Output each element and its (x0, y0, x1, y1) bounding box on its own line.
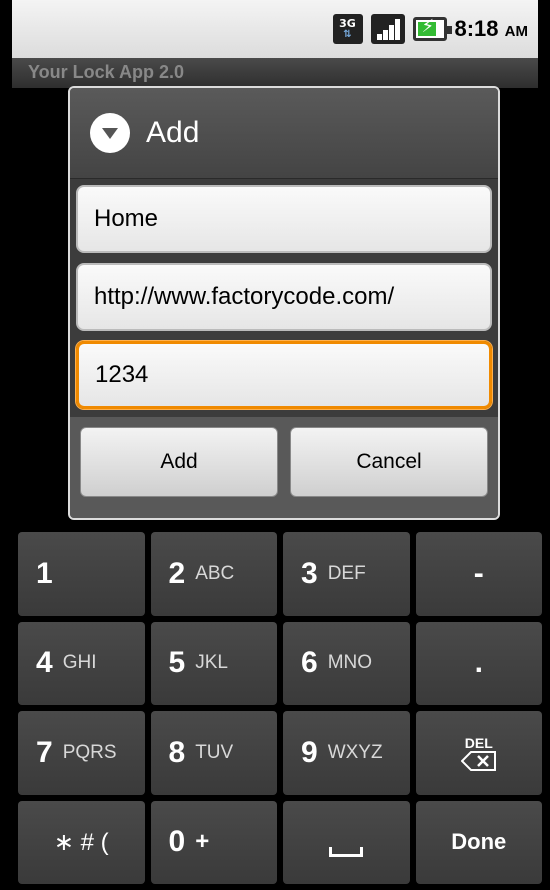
battery-charging-icon: ⚡ (412, 17, 452, 41)
key-letters: MNO (327, 652, 373, 674)
key-delete[interactable]: DEL (415, 711, 542, 795)
key-letters: DEF (327, 562, 366, 584)
key-symbol: ∗ # ( (53, 828, 109, 856)
key-1[interactable]: 1 (18, 532, 145, 616)
key-4[interactable]: 4 GHI (18, 621, 145, 705)
clock-ampm: AM (504, 23, 528, 40)
backspace-icon (460, 750, 496, 771)
key-6[interactable]: 6 MNO (283, 621, 410, 705)
dialog-title: Add (146, 116, 200, 149)
key-3[interactable]: 3 DEF (283, 532, 410, 616)
done-label: Done (451, 829, 507, 855)
dropdown-circle-icon (90, 113, 130, 153)
signal-strength-icon (370, 14, 405, 44)
name-field[interactable]: Home (76, 185, 492, 253)
key-symbol: . (474, 646, 483, 680)
dialog-header: Add (70, 88, 498, 179)
status-clock: 8:18 AM (455, 16, 529, 42)
key-symbol: - (473, 556, 484, 590)
key-symbols[interactable]: ∗ # ( (18, 800, 145, 884)
key-letters: TUV (195, 741, 234, 763)
delete-label: DEL (464, 734, 493, 751)
add-button[interactable]: Add (80, 427, 278, 497)
delete-icon: DEL (460, 734, 497, 771)
key-period[interactable]: . (415, 621, 542, 705)
key-letters: WXYZ (327, 741, 383, 763)
key-letters: GHI (62, 652, 97, 674)
code-field[interactable]: 1234 (76, 341, 492, 409)
dialog-buttons: Add Cancel (70, 417, 498, 518)
clock-time: 8:18 (454, 16, 499, 41)
key-number: 1 (36, 556, 53, 590)
key-minus[interactable]: - (415, 532, 542, 616)
key-letters: JKL (195, 652, 228, 674)
key-5[interactable]: 5 JKL (150, 621, 277, 705)
cancel-button[interactable]: Cancel (290, 427, 488, 497)
key-space[interactable] (283, 800, 410, 884)
key-number: 8 (168, 735, 186, 769)
key-done[interactable]: Done (415, 800, 542, 884)
space-icon (329, 847, 364, 858)
network-type: 3G (339, 17, 356, 30)
app-title-bar: Your Lock App 2.0 (12, 58, 538, 88)
data-arrows-icon: ⇅ (343, 29, 352, 40)
3g-network-icon: 3G ⇅ (332, 14, 363, 44)
key-number: 7 (36, 735, 53, 769)
key-letters: + (195, 828, 210, 856)
key-number: 4 (36, 646, 53, 680)
numeric-keypad: 1 2 ABC 3 DEF - 4 GHI 5 JKL 6 MNO . 7 PQ… (18, 532, 542, 884)
key-letters: ABC (195, 562, 235, 584)
key-8[interactable]: 8 TUV (150, 711, 277, 795)
key-number: 2 (168, 556, 186, 590)
key-number: 5 (168, 646, 186, 680)
key-number: 6 (301, 646, 318, 680)
key-9[interactable]: 9 WXYZ (283, 711, 410, 795)
url-field[interactable]: http://www.factorycode.com/ (76, 263, 492, 331)
dialog-fields: Home http://www.factorycode.com/ 1234 (70, 179, 498, 417)
key-number: 9 (301, 735, 318, 769)
add-dialog: Add Home http://www.factorycode.com/ 123… (68, 86, 500, 520)
key-7[interactable]: 7 PQRS (18, 711, 145, 795)
key-letters: PQRS (62, 741, 117, 763)
key-2[interactable]: 2 ABC (150, 532, 277, 616)
key-number: 0 (168, 825, 186, 859)
status-bar: 3G ⇅ ⚡ 8:18 AM (0, 0, 550, 58)
app-title: Your Lock App 2.0 (28, 62, 185, 82)
key-0[interactable]: 0 + (150, 800, 277, 884)
key-number: 3 (301, 556, 318, 590)
